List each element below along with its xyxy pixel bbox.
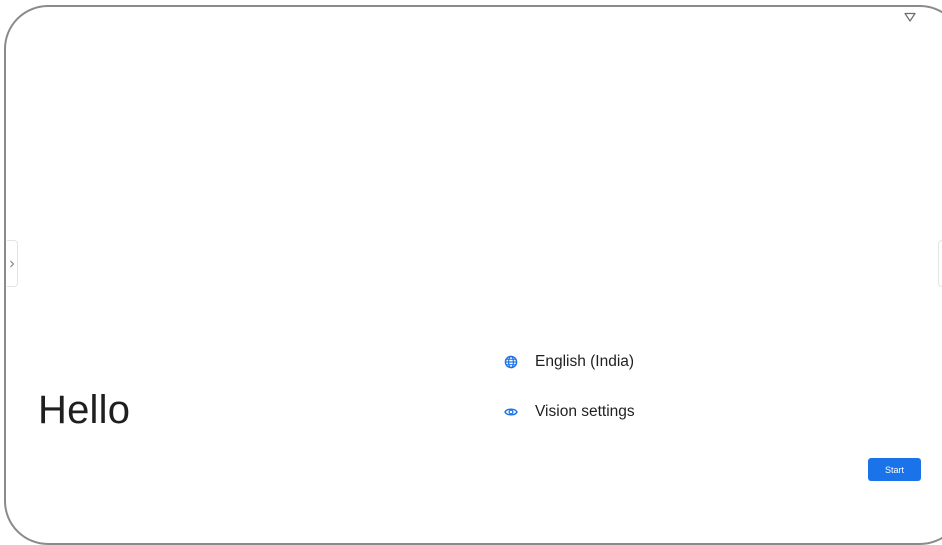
- globe-icon: [504, 355, 518, 369]
- eye-icon: [504, 405, 518, 419]
- vision-settings-label: Vision settings: [535, 403, 635, 420]
- left-edge-panel-handle[interactable]: [7, 240, 18, 287]
- right-edge-panel-handle[interactable]: [938, 240, 942, 287]
- device-screen: [4, 5, 942, 545]
- start-button[interactable]: Start: [868, 458, 921, 481]
- wifi-icon: [904, 9, 916, 22]
- vision-settings-option[interactable]: Vision settings: [504, 400, 635, 424]
- welcome-title: Hello: [38, 388, 131, 432]
- chevron-right-icon: [9, 260, 15, 268]
- language-label: English (India): [535, 353, 635, 370]
- language-option[interactable]: English (India): [504, 350, 634, 374]
